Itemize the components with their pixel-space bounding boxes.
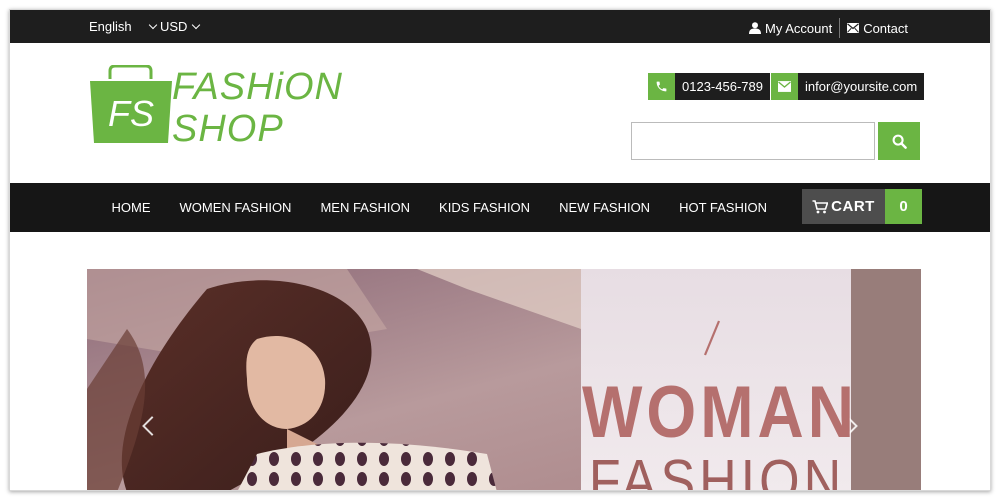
contact-label: Contact <box>863 20 908 36</box>
logo-monogram: FS <box>108 93 154 134</box>
nav-item-hot-fashion[interactable]: HOT FASHION <box>679 200 767 215</box>
main-navigation: HOME WOMEN FASHION MEN FASHION KIDS FASH… <box>10 183 990 232</box>
cart-label-box: CART <box>802 189 885 224</box>
site-header: FS FASHiON SHOP 0123-456-789 infor@yours… <box>10 43 990 183</box>
user-icon <box>748 22 761 34</box>
shopping-bag-logo: FS FASHiON SHOP <box>90 64 343 150</box>
language-label: English <box>89 19 132 34</box>
shopping-cart-icon <box>812 199 829 213</box>
currency-select[interactable]: USD <box>160 19 201 34</box>
nav-item-kids-fashion[interactable]: KIDS FASHION <box>439 200 530 215</box>
site-logo[interactable]: FS FASHiON SHOP <box>90 64 380 150</box>
email-info: infor@yoursite.com <box>771 73 925 100</box>
cart-button[interactable]: CART 0 <box>802 189 922 224</box>
currency-label: USD <box>160 19 188 34</box>
hero-slider: WOMAN FASHION <box>87 269 921 491</box>
nav-item-home[interactable]: HOME <box>112 200 151 215</box>
my-account-link[interactable]: My Account <box>748 20 833 36</box>
envelope-icon <box>771 73 798 100</box>
phone-info: 0123-456-789 <box>648 73 770 100</box>
search-input[interactable] <box>631 122 875 160</box>
slider-headline: WOMAN <box>582 370 858 453</box>
chevron-down-icon <box>148 20 157 30</box>
top-links: My Account Contact <box>748 18 908 38</box>
cart-label: CART <box>831 198 875 215</box>
page-frame: English USD My Account Contact FS FASHiO… <box>9 9 991 491</box>
contact-link[interactable]: Contact <box>847 21 908 36</box>
slider-subheadline: FASHION <box>588 448 846 491</box>
phone-number: 0123-456-789 <box>675 73 770 100</box>
search-button[interactable] <box>878 122 920 160</box>
search-icon <box>892 134 907 149</box>
my-account-label: My Account <box>764 20 833 36</box>
language-select[interactable]: English <box>89 19 157 34</box>
cart-count: 0 <box>885 189 922 224</box>
top-bar: English USD My Account Contact <box>10 10 990 43</box>
nav-item-new-fashion[interactable]: NEW FASHION <box>559 200 650 215</box>
email-address: infor@yoursite.com <box>798 73 925 100</box>
envelope-icon <box>847 23 860 33</box>
logo-line1: FASHiON <box>172 66 343 108</box>
nav-menu: HOME WOMEN FASHION MEN FASHION KIDS FASH… <box>97 183 781 232</box>
logo-line2: SHOP <box>172 108 284 145</box>
divider <box>839 18 841 38</box>
nav-item-men-fashion[interactable]: MEN FASHION <box>320 200 410 215</box>
nav-item-women-fashion[interactable]: WOMEN FASHION <box>180 200 292 215</box>
chevron-down-icon <box>192 20 201 30</box>
phone-icon <box>648 73 675 100</box>
